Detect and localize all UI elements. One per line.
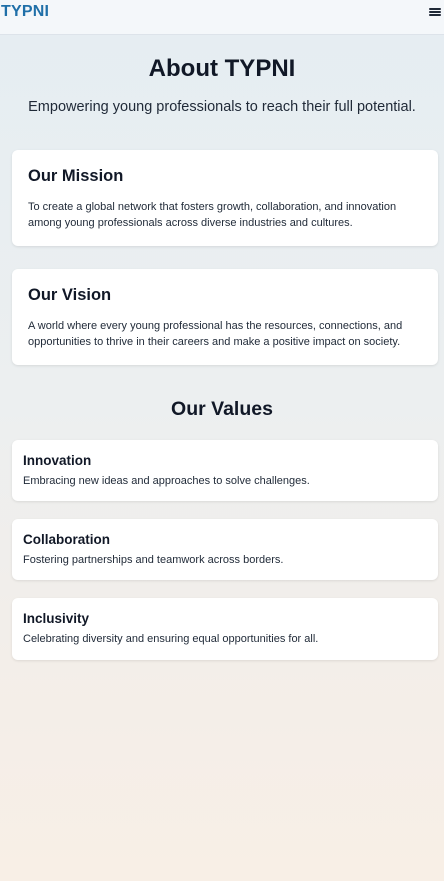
value-text: Fostering partnerships and teamwork acro… [23,554,284,566]
brand-logo[interactable]: TYPNI [1,3,49,21]
mission-card: Our Mission To create a global network t… [12,150,438,246]
menu-line [429,14,441,16]
page-subtitle: Empowering young professionals to reach … [28,99,416,115]
value-title: Innovation [23,453,92,468]
menu-line [429,11,441,13]
value-card-inclusivity: Inclusivity Celebrating diversity and en… [12,598,438,660]
value-title: Collaboration [23,532,110,547]
value-card-innovation: Innovation Embracing new ideas and appro… [12,440,438,501]
vision-heading: Our Vision [28,286,112,304]
value-title: Inclusivity [23,611,90,626]
vision-card: Our Vision A world where every young pro… [12,269,438,365]
mission-text: To create a global network that fosters … [28,201,397,229]
vision-text: A world where every young professional h… [28,320,403,348]
value-card-collaboration: Collaboration Fostering partnerships and… [12,519,438,580]
page-title: About TYPNI [148,55,296,82]
values-heading: Our Values [171,398,273,420]
value-text: Embracing new ideas and approaches to so… [23,475,310,487]
mission-heading: Our Mission [28,167,124,185]
menu-line [429,8,441,10]
top-nav-bar: TYPNI [0,0,444,35]
value-text: Celebrating diversity and ensuring equal… [23,633,319,645]
hamburger-menu-icon[interactable] [429,5,441,19]
